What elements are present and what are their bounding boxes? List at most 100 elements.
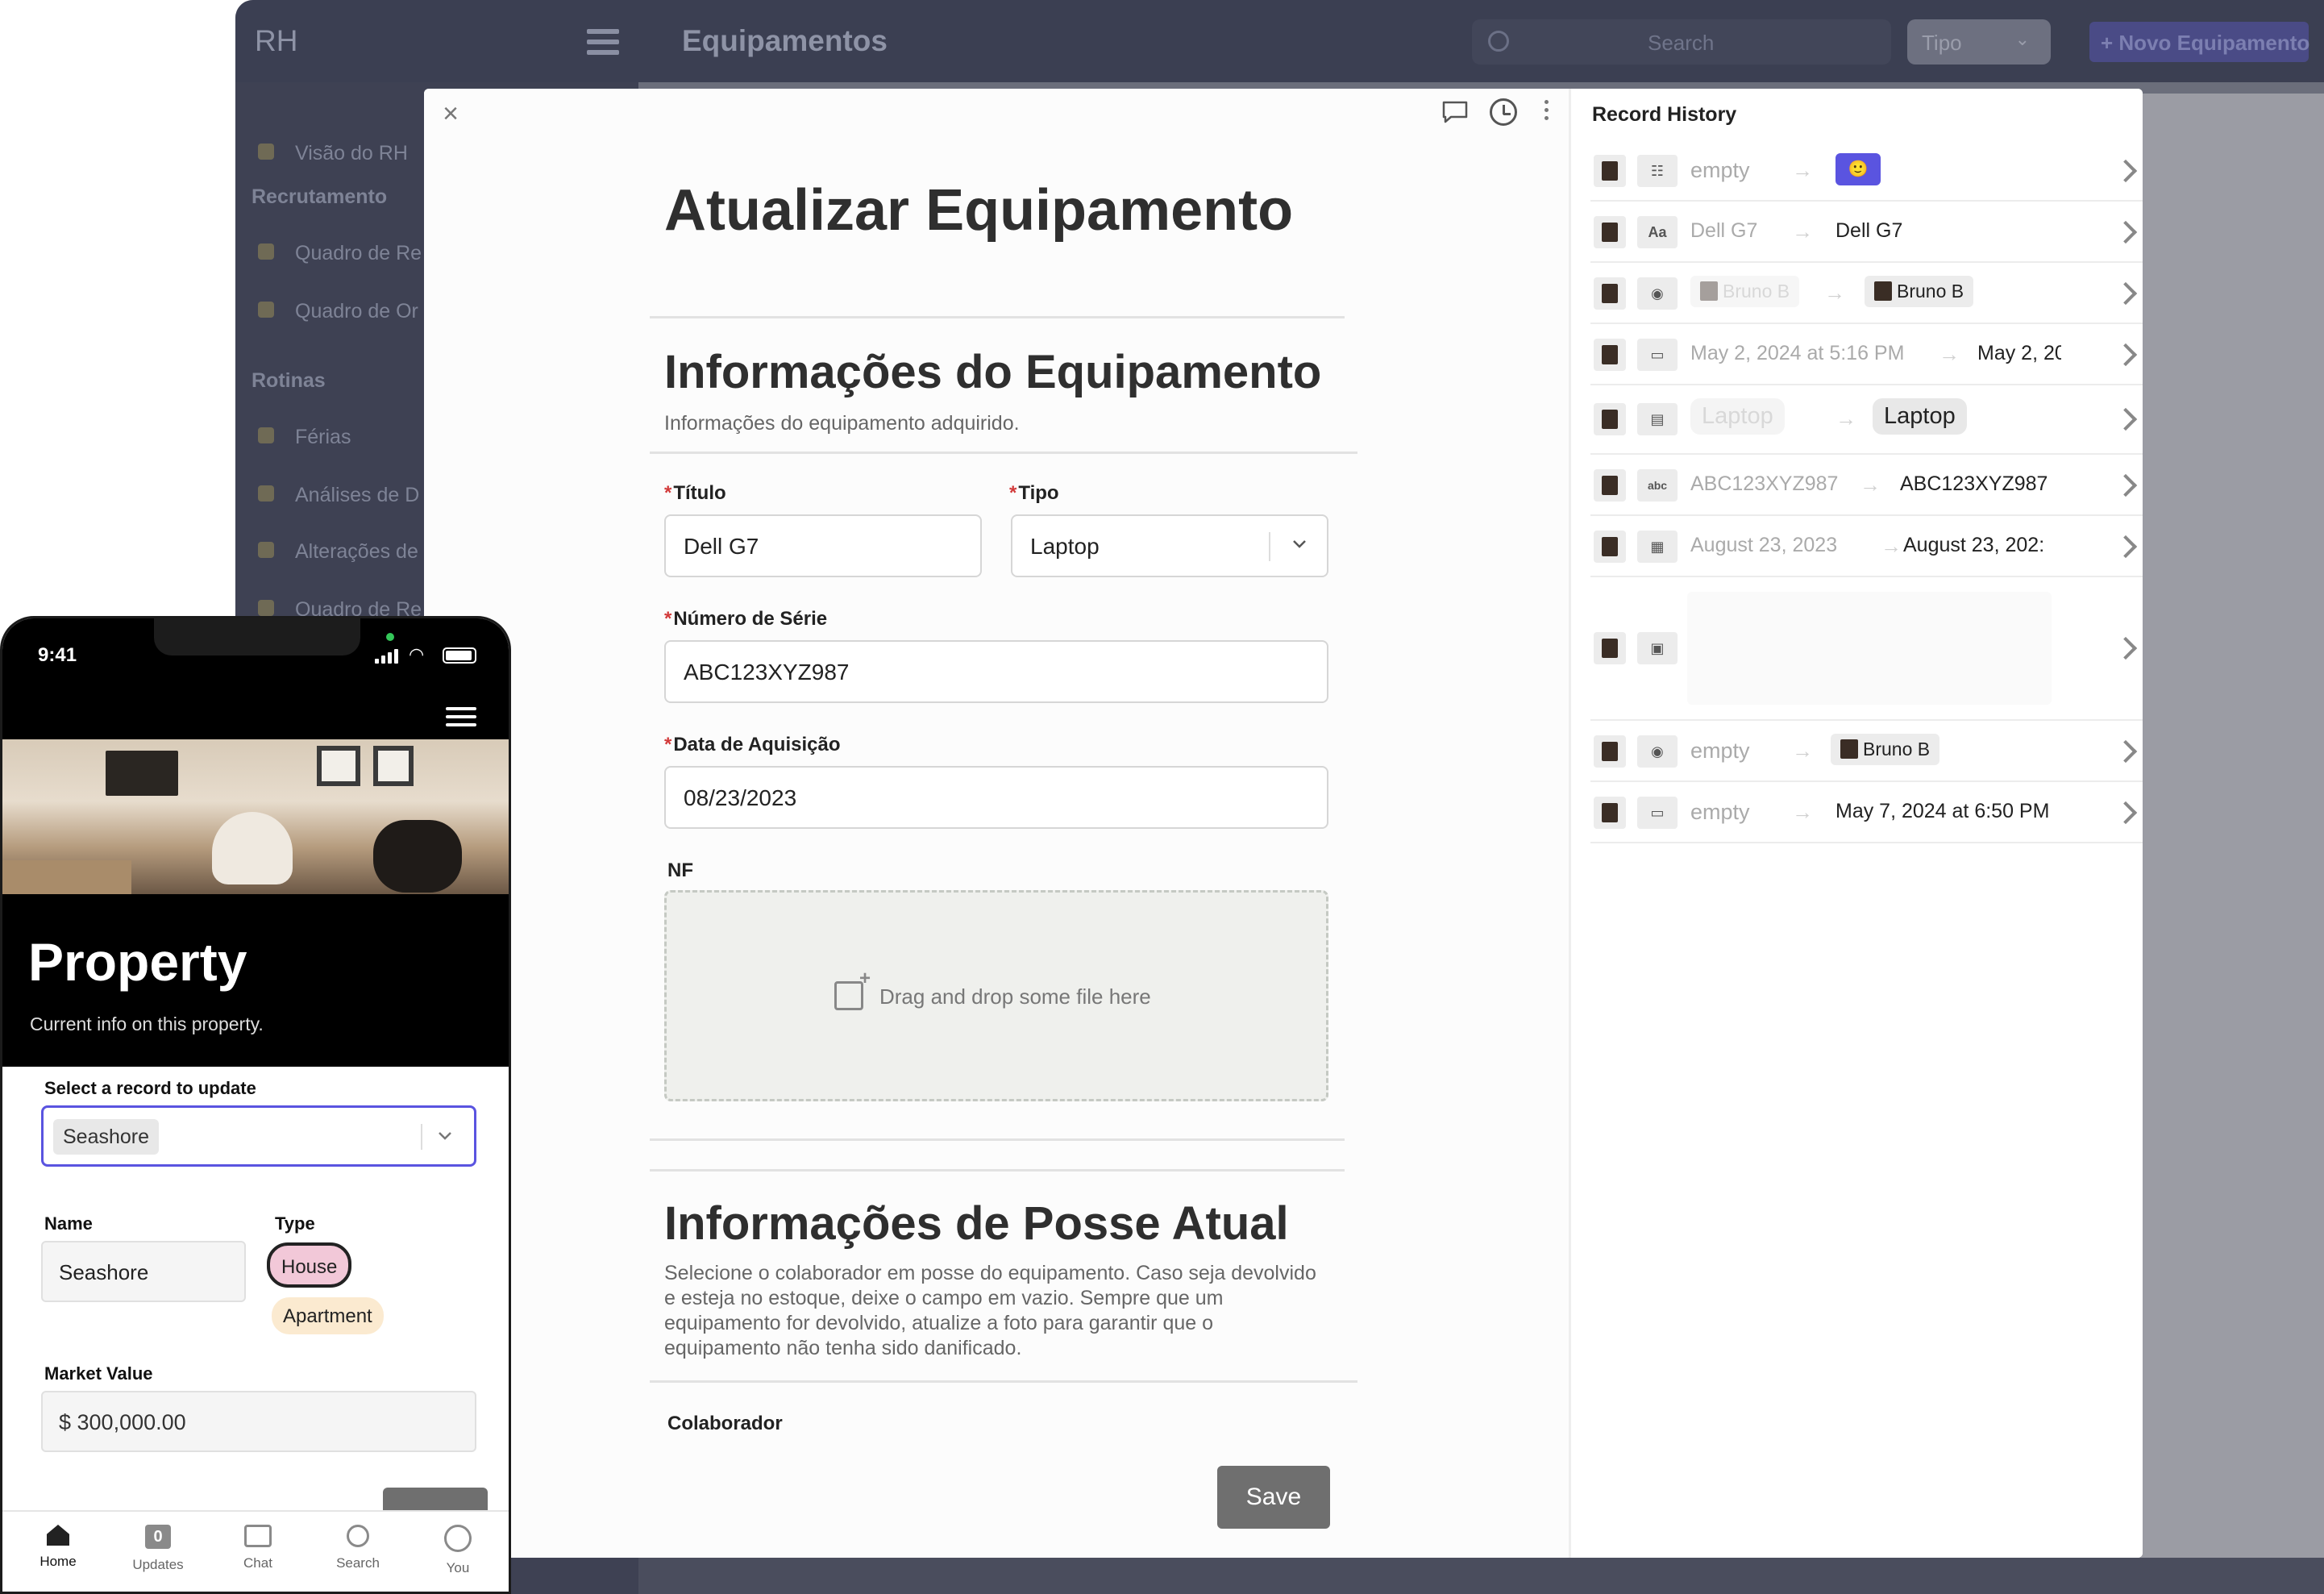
- sidebar-item-overview[interactable]: Visão do RH: [295, 142, 408, 165]
- tab-home[interactable]: Home: [14, 1525, 102, 1570]
- history-row[interactable]: ▦ August 23, 2023 → August 23, 202:: [1590, 516, 2143, 577]
- comment-icon[interactable]: [1441, 100, 1469, 124]
- sidebar-item-board-or[interactable]: Quadro de Or: [295, 300, 418, 323]
- tab-updates[interactable]: 0 Updates: [114, 1525, 202, 1573]
- screen: RH Equipamentos Search Tipo ⌄ + Novo Equ…: [0, 0, 2324, 1594]
- avatar: [1594, 632, 1626, 664]
- chevron-right-icon: [2114, 343, 2138, 367]
- sidebar-item-vacation[interactable]: Férias: [295, 426, 351, 449]
- history-row[interactable]: ◉ empty → Bruno B: [1590, 721, 2143, 782]
- history-new-value: May 2, 20: [1977, 342, 2061, 364]
- text-field-icon: Aa: [1637, 216, 1678, 248]
- type-filter-label: Tipo: [1922, 31, 1962, 55]
- history-row[interactable]: ▤ Laptop → Laptop: [1590, 385, 2143, 455]
- app-footer: [638, 1558, 2324, 1594]
- arrow-right-icon: →: [1792, 800, 1813, 824]
- tab-chat[interactable]: Chat: [214, 1525, 302, 1571]
- phone-mockup: 9:41 ◠ Property Current info on this pro…: [0, 616, 511, 1594]
- type-option-house[interactable]: House: [267, 1242, 352, 1288]
- name-input[interactable]: Seashore: [41, 1241, 246, 1302]
- search-icon: [1488, 31, 1509, 52]
- arrow-right-icon: →: [1881, 534, 1902, 558]
- history-new-value: May 7, 2024 at 6:50 PM: [1836, 800, 2050, 822]
- form-pane: × Atualizar Equipamento Informações do E…: [424, 89, 1569, 1558]
- sidebar-item-reviews[interactable]: Análises de D: [295, 484, 419, 507]
- form-title: Atualizar Equipamento: [664, 178, 1294, 243]
- acquisition-date-label: *Data de Aquisição: [664, 734, 841, 755]
- file-dropzone[interactable]: Drag and drop some file here: [664, 890, 1328, 1101]
- history-new-value: ABC123XYZ987: [1900, 472, 2048, 495]
- arrow-right-icon: →: [1792, 158, 1813, 182]
- history-row[interactable]: ▭ May 2, 2024 at 5:16 PM → May 2, 20: [1590, 324, 2143, 385]
- image-preview: [1687, 592, 2052, 705]
- sidebar-item-changes[interactable]: Alterações de: [295, 540, 418, 564]
- title-input[interactable]: Dell G7: [664, 514, 982, 577]
- chevron-down-icon: [439, 1132, 451, 1140]
- divider: [650, 1380, 1357, 1383]
- menu-icon[interactable]: [446, 707, 476, 728]
- history-row[interactable]: ☷ empty → 🙂: [1590, 140, 2143, 202]
- history-row[interactable]: abc ABC123XYZ987 → ABC123XYZ987: [1590, 455, 2143, 516]
- history-new-value: August 23, 202:: [1903, 534, 2045, 556]
- section-equipment-description: Informações do equipamento adquirido.: [664, 412, 1020, 435]
- divider: [650, 316, 1345, 318]
- tab-you[interactable]: You: [414, 1525, 502, 1576]
- select-field-icon: ▤: [1637, 403, 1678, 435]
- chevron-right-icon: [2114, 281, 2138, 306]
- phone-tab-bar: Home 0 Updates Chat Search You: [2, 1510, 509, 1592]
- camera-indicator-icon: [386, 633, 394, 641]
- section-ownership-description: Selecione o colaborador em posse do equi…: [664, 1262, 1316, 1359]
- new-equipment-button[interactable]: + Novo Equipamento: [2089, 22, 2309, 62]
- history-icon[interactable]: [1490, 98, 1517, 126]
- history-new-value: Laptop: [1873, 398, 1967, 435]
- circle-icon: [258, 600, 274, 616]
- nf-field-label: NF: [667, 859, 693, 881]
- arrow-right-icon: →: [1939, 342, 1960, 366]
- history-row[interactable]: ▭ empty → May 7, 2024 at 6:50 PM: [1590, 782, 2143, 843]
- person-icon: [258, 144, 274, 160]
- type-option-apartment[interactable]: Apartment: [272, 1297, 384, 1334]
- chevron-down-icon: ⌄: [2014, 29, 2030, 49]
- record-select[interactable]: Seashore: [41, 1105, 476, 1167]
- select-record-label: Select a record to update: [44, 1078, 256, 1098]
- history-row[interactable]: ▣: [1590, 577, 2143, 721]
- sidebar-item-board-re[interactable]: Quadro de Re: [295, 242, 422, 265]
- app-header: RH Equipamentos Search Tipo ⌄ + Novo Equ…: [235, 0, 2324, 82]
- acquisition-date-input[interactable]: 08/23/2023: [664, 766, 1328, 829]
- type-select[interactable]: Laptop: [1011, 514, 1328, 577]
- serial-field-label: *Número de Série: [664, 608, 828, 630]
- battery-icon: [443, 647, 476, 664]
- thumbs-icon: [258, 485, 274, 502]
- calendar-field-icon: ▦: [1637, 531, 1678, 563]
- avatar: [1594, 735, 1626, 768]
- type-field-label: *Tipo: [1009, 482, 1059, 504]
- avatar: [1594, 469, 1626, 502]
- tab-label: Chat: [243, 1555, 272, 1571]
- tab-search[interactable]: Search: [314, 1525, 402, 1571]
- tab-label: Home: [39, 1554, 77, 1569]
- chevron-right-icon: [2114, 636, 2138, 660]
- divider: [650, 1138, 1345, 1141]
- phone-notch: [154, 618, 360, 655]
- title-field-label: *Título: [664, 482, 726, 504]
- history-old-value: May 2, 2024 at 5:16 PM: [1690, 342, 1905, 364]
- page-title: Equipamentos: [682, 24, 888, 57]
- chevron-right-icon: [2114, 220, 2138, 244]
- history-row[interactable]: Aa Dell G7 → Dell G7: [1590, 202, 2143, 263]
- market-value-input[interactable]: $ 300,000.00: [41, 1391, 476, 1452]
- history-old-value: August 23, 2023: [1690, 534, 1838, 556]
- save-button[interactable]: Save: [1217, 1466, 1330, 1529]
- search-input[interactable]: Search: [1472, 19, 1891, 65]
- history-old-value: Dell G7: [1690, 219, 1758, 242]
- hamburger-menu-icon[interactable]: [587, 29, 619, 55]
- history-new-value: 🙂: [1836, 153, 1881, 185]
- more-vertical-icon[interactable]: [1544, 100, 1549, 124]
- chevron-right-icon: [2114, 407, 2138, 431]
- phone-submit-button[interactable]: [383, 1488, 488, 1512]
- user-icon: [444, 1525, 472, 1552]
- property-subtitle: Current info on this property.: [30, 1013, 264, 1034]
- history-row[interactable]: ◉ Bruno B → Bruno B: [1590, 263, 2143, 324]
- close-icon[interactable]: ×: [439, 100, 463, 127]
- type-filter-dropdown[interactable]: Tipo ⌄: [1907, 19, 2051, 65]
- serial-input[interactable]: ABC123XYZ987: [664, 640, 1328, 703]
